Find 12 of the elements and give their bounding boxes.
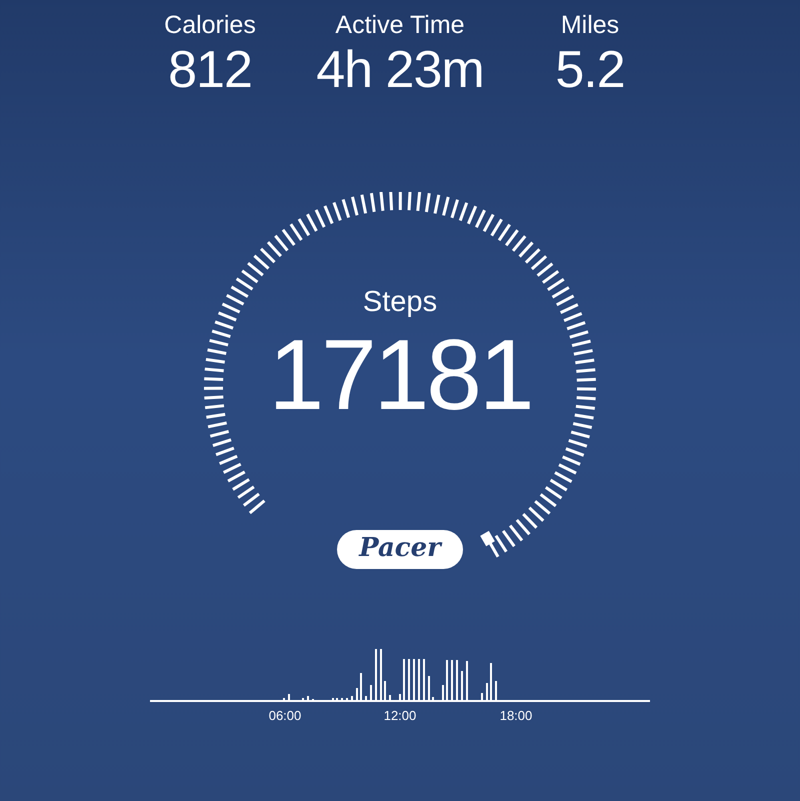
stat-value: 812 [168, 40, 252, 100]
steps-label: Steps [362, 285, 438, 320]
stat-value: 4h 23m [316, 40, 484, 100]
time-label: 12:00 [384, 708, 416, 723]
stat-label: Calories [164, 10, 256, 40]
steps-value: 17181 [268, 320, 532, 430]
time-label: 18:00 [500, 708, 532, 723]
time-label: 06:00 [268, 708, 302, 723]
stat-label: Active Time [335, 10, 465, 40]
app-logo: Pacer [337, 530, 463, 569]
stat-value: 5.2 [555, 40, 625, 100]
stat-label: Miles [560, 10, 620, 40]
